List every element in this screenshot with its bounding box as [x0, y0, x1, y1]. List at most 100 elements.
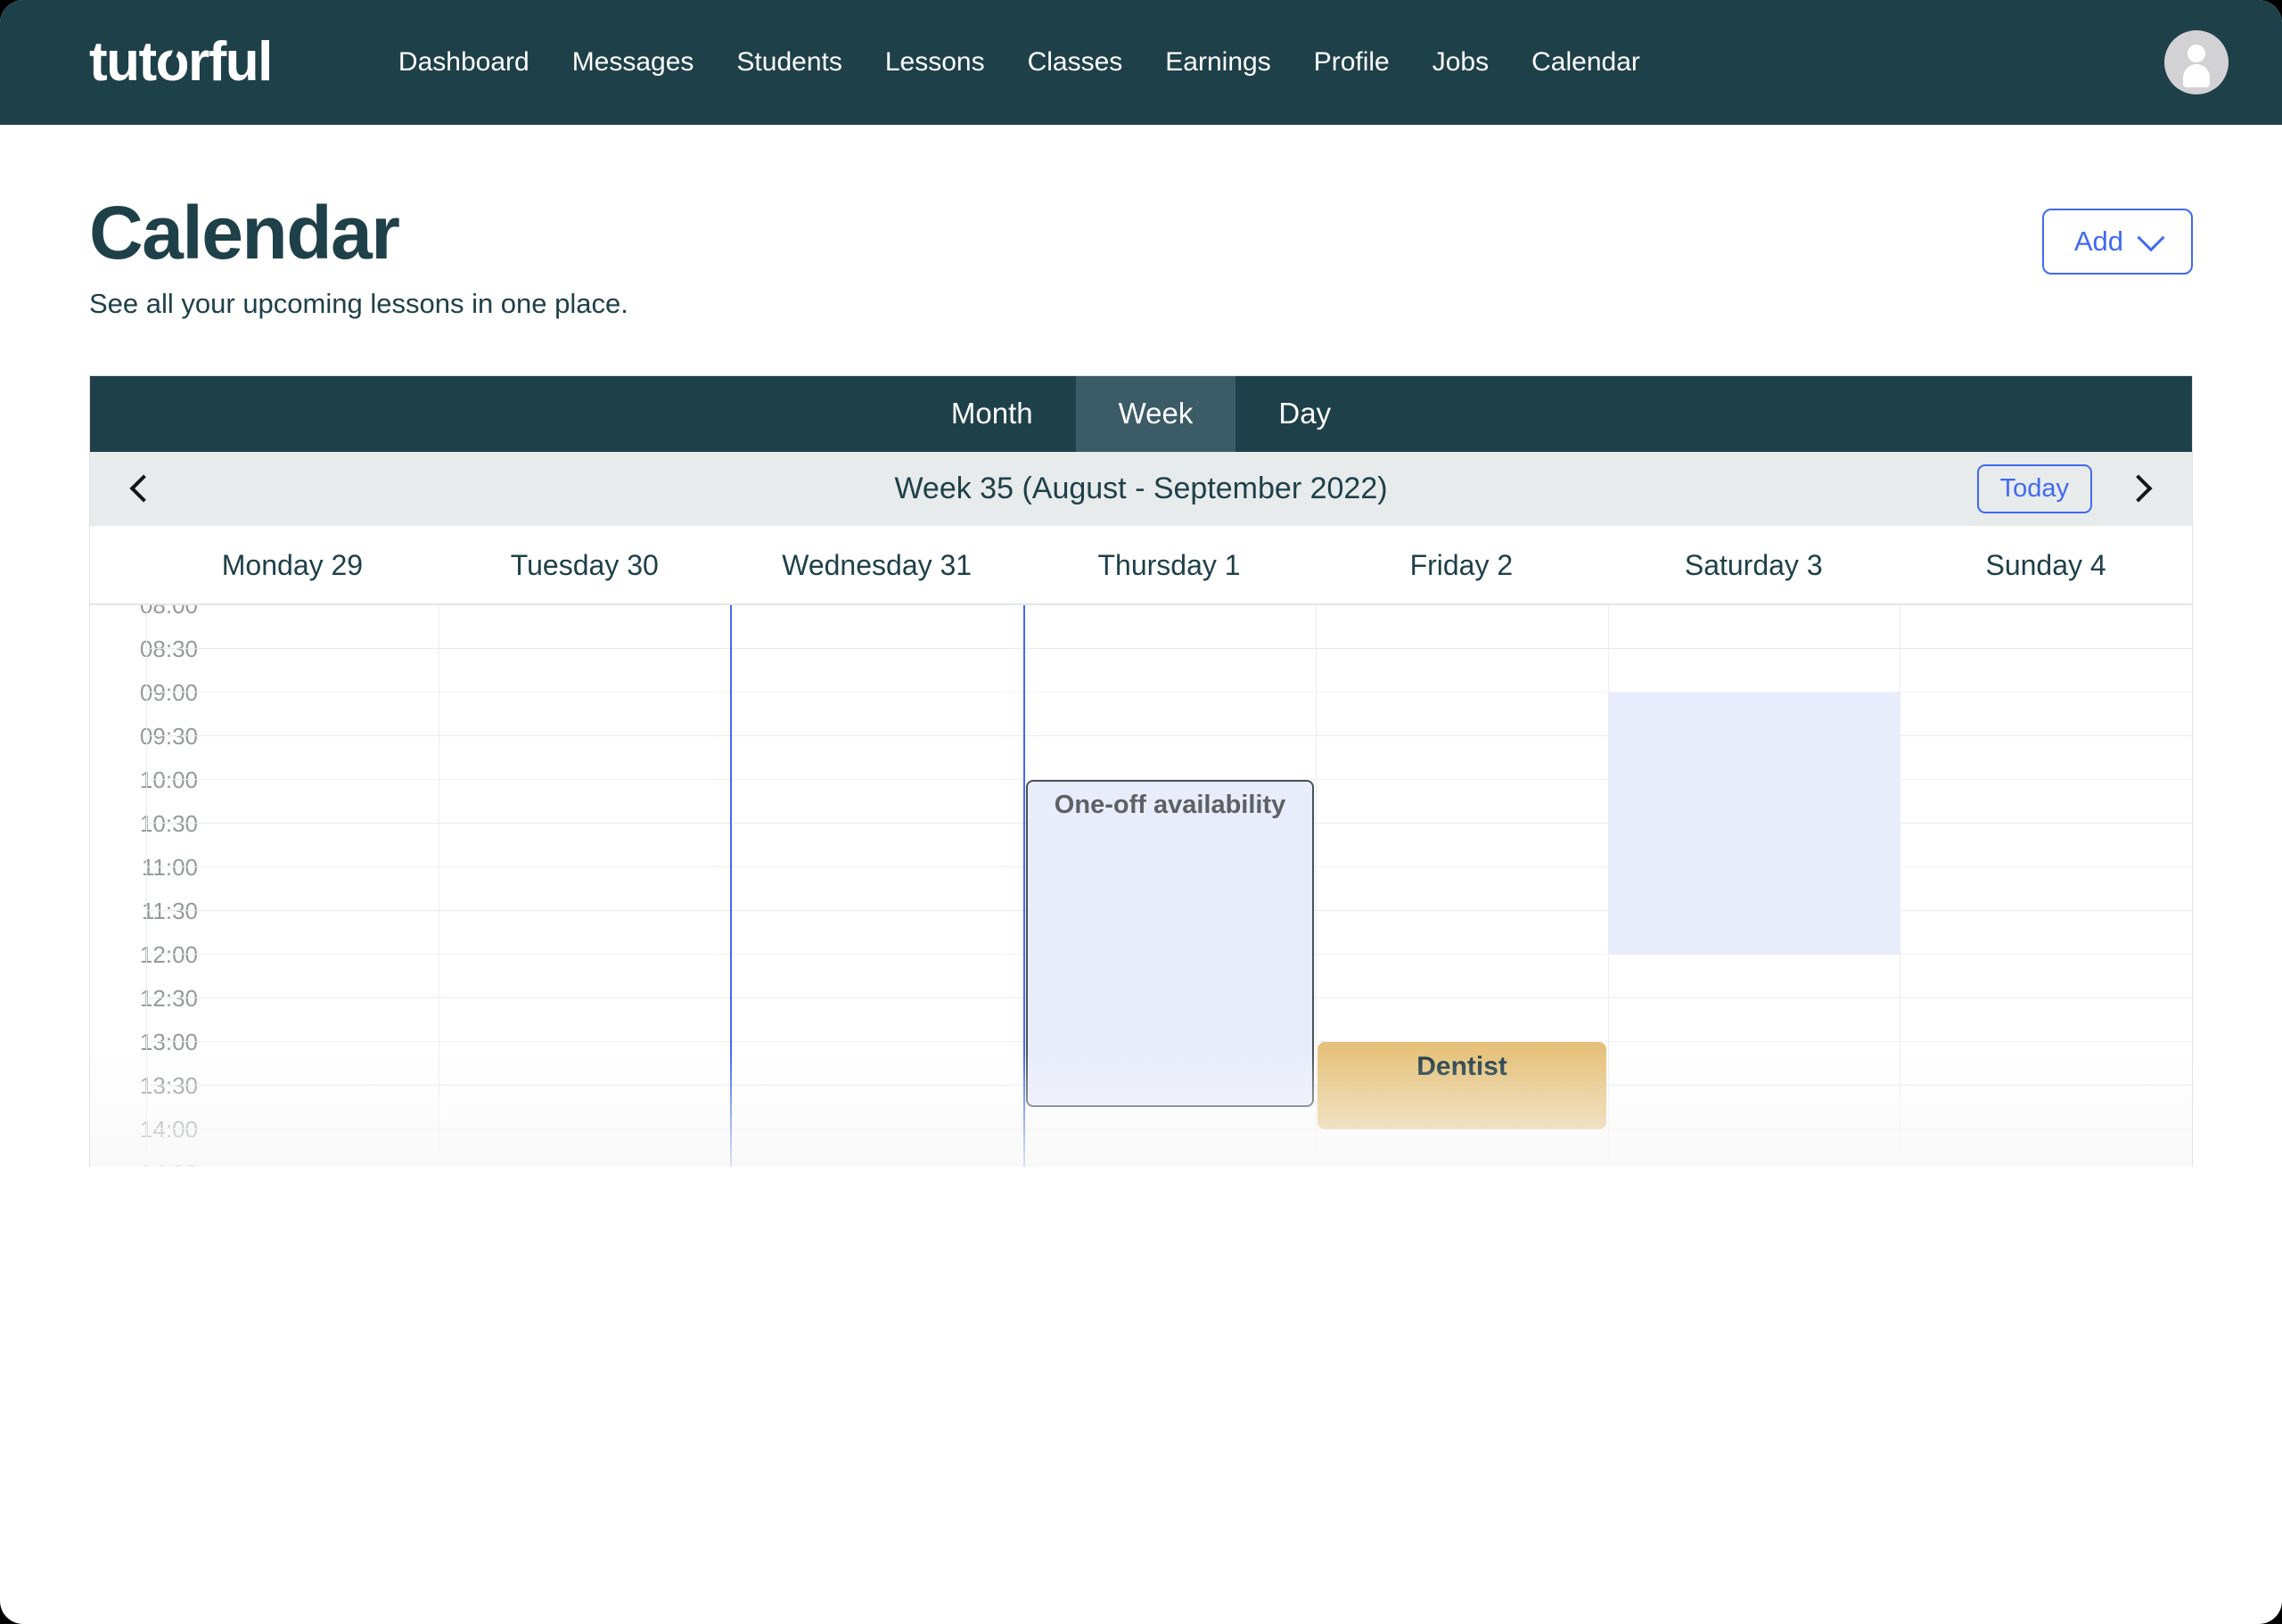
- calendar-cell[interactable]: [1900, 780, 2192, 824]
- nav-item-students[interactable]: Students: [715, 47, 863, 78]
- calendar-cell[interactable]: [732, 780, 1023, 824]
- calendar-cell[interactable]: [1900, 955, 2192, 998]
- today-button[interactable]: Today: [1976, 463, 2092, 513]
- calendar-cell[interactable]: [732, 605, 1023, 649]
- calendar-cell[interactable]: [1900, 998, 2192, 1042]
- calendar-cell[interactable]: [1609, 1129, 1900, 1167]
- add-button[interactable]: Add: [2041, 209, 2193, 275]
- calendar-cell[interactable]: [1608, 736, 1900, 780]
- day-header-tuesday[interactable]: Tuesday 30: [439, 526, 731, 603]
- calendar-cell[interactable]: [439, 693, 731, 736]
- calendar-cell[interactable]: [732, 1042, 1023, 1086]
- calendar-cell[interactable]: [732, 824, 1023, 867]
- calendar-cell[interactable]: [1900, 649, 2192, 693]
- calendar-cell[interactable]: [1317, 693, 1608, 736]
- day-header-monday[interactable]: Monday 29: [146, 526, 439, 603]
- calendar-cell[interactable]: [1317, 955, 1608, 998]
- brand-logo[interactable]: tutorful: [89, 31, 273, 90]
- calendar-cell[interactable]: [147, 1042, 439, 1086]
- day-header-sunday[interactable]: Sunday 4: [1900, 526, 2192, 603]
- calendar-cell[interactable]: [1900, 693, 2192, 736]
- calendar-cell[interactable]: [439, 824, 731, 867]
- calendar-cell[interactable]: [1025, 1129, 1317, 1167]
- calendar-cell[interactable]: [732, 649, 1023, 693]
- next-week-button[interactable]: [2112, 462, 2165, 515]
- day-column-wednesday[interactable]: [730, 604, 1023, 1167]
- day-header-wednesday[interactable]: Wednesday 31: [731, 526, 1023, 603]
- nav-item-earnings[interactable]: Earnings: [1144, 47, 1292, 78]
- calendar-cell[interactable]: [147, 693, 439, 736]
- calendar-cell[interactable]: [1900, 1129, 2192, 1167]
- calendar-cell[interactable]: [1608, 693, 1900, 736]
- calendar-cell[interactable]: [147, 867, 439, 911]
- calendar-cell[interactable]: [1317, 1129, 1608, 1167]
- calendar-cell[interactable]: [1317, 780, 1608, 824]
- user-avatar-icon[interactable]: [2164, 30, 2229, 94]
- calendar-cell[interactable]: [1608, 867, 1900, 911]
- calendar-cell[interactable]: [1024, 649, 1317, 693]
- calendar-cell[interactable]: [1608, 998, 1900, 1042]
- calendar-event[interactable]: One-off availability: [1025, 779, 1315, 1108]
- calendar-cell[interactable]: [1900, 1086, 2192, 1129]
- calendar-cell[interactable]: [1317, 605, 1608, 649]
- calendar-cell[interactable]: [732, 955, 1023, 998]
- nav-item-calendar[interactable]: Calendar: [1510, 47, 1662, 78]
- calendar-cell[interactable]: [732, 867, 1023, 911]
- calendar-cell[interactable]: [147, 649, 439, 693]
- tab-week[interactable]: Week: [1075, 375, 1236, 452]
- nav-item-lessons[interactable]: Lessons: [864, 47, 1006, 78]
- calendar-cell[interactable]: [1608, 1086, 1900, 1129]
- calendar-cell[interactable]: [439, 911, 731, 955]
- day-column-thursday[interactable]: One-off availability: [1022, 604, 1317, 1167]
- calendar-cell[interactable]: [1608, 649, 1900, 693]
- day-header-friday[interactable]: Friday 2: [1315, 526, 1607, 603]
- day-column-sunday[interactable]: [1900, 604, 2192, 1167]
- calendar-cell[interactable]: [439, 955, 731, 998]
- calendar-cell[interactable]: [1317, 911, 1608, 955]
- calendar-cell[interactable]: [147, 998, 439, 1042]
- day-header-thursday[interactable]: Thursday 1: [1023, 526, 1316, 603]
- calendar-cell[interactable]: [147, 955, 439, 998]
- nav-item-dashboard[interactable]: Dashboard: [377, 47, 551, 78]
- day-column-monday[interactable]: [146, 604, 439, 1167]
- day-column-tuesday[interactable]: [438, 604, 731, 1167]
- calendar-cell[interactable]: [1608, 824, 1900, 867]
- calendar-cell[interactable]: [1317, 824, 1608, 867]
- calendar-cell[interactable]: [147, 911, 439, 955]
- calendar-cell[interactable]: [147, 1086, 439, 1129]
- calendar-cell[interactable]: [1900, 867, 2192, 911]
- calendar-cell[interactable]: [1900, 824, 2192, 867]
- calendar-cell[interactable]: [732, 1129, 1023, 1167]
- calendar-cell[interactable]: [1608, 1042, 1900, 1086]
- calendar-cell[interactable]: [732, 998, 1023, 1042]
- calendar-cell[interactable]: [439, 1129, 731, 1167]
- calendar-cell[interactable]: [732, 911, 1023, 955]
- calendar-cell[interactable]: [1024, 605, 1317, 649]
- calendar-cell[interactable]: [439, 649, 731, 693]
- calendar-cell[interactable]: [147, 605, 439, 649]
- calendar-cell[interactable]: [439, 736, 731, 780]
- calendar-cell[interactable]: [1317, 649, 1608, 693]
- tab-month[interactable]: Month: [908, 376, 1076, 452]
- day-header-saturday[interactable]: Saturday 3: [1607, 526, 1900, 603]
- calendar-cell[interactable]: [439, 867, 731, 911]
- calendar-cell[interactable]: [439, 605, 731, 649]
- day-column-friday[interactable]: Dentist: [1316, 604, 1608, 1167]
- calendar-cell[interactable]: [732, 693, 1023, 736]
- calendar-cell[interactable]: [147, 824, 439, 867]
- calendar-cell[interactable]: [1608, 605, 1900, 649]
- calendar-cell[interactable]: [439, 1042, 731, 1086]
- calendar-cell[interactable]: [1024, 736, 1317, 780]
- tab-day[interactable]: Day: [1235, 376, 1374, 452]
- calendar-cell[interactable]: [732, 1086, 1023, 1129]
- calendar-cell[interactable]: [147, 1129, 439, 1167]
- calendar-cell[interactable]: [1024, 693, 1317, 736]
- calendar-cell[interactable]: [147, 780, 439, 824]
- calendar-cell[interactable]: [1317, 867, 1608, 911]
- calendar-cell[interactable]: [1608, 780, 1900, 824]
- nav-item-messages[interactable]: Messages: [551, 47, 716, 78]
- calendar-cell[interactable]: [439, 780, 731, 824]
- nav-item-profile[interactable]: Profile: [1293, 47, 1411, 78]
- calendar-cell[interactable]: [1608, 911, 1900, 955]
- nav-item-jobs[interactable]: Jobs: [1411, 47, 1510, 78]
